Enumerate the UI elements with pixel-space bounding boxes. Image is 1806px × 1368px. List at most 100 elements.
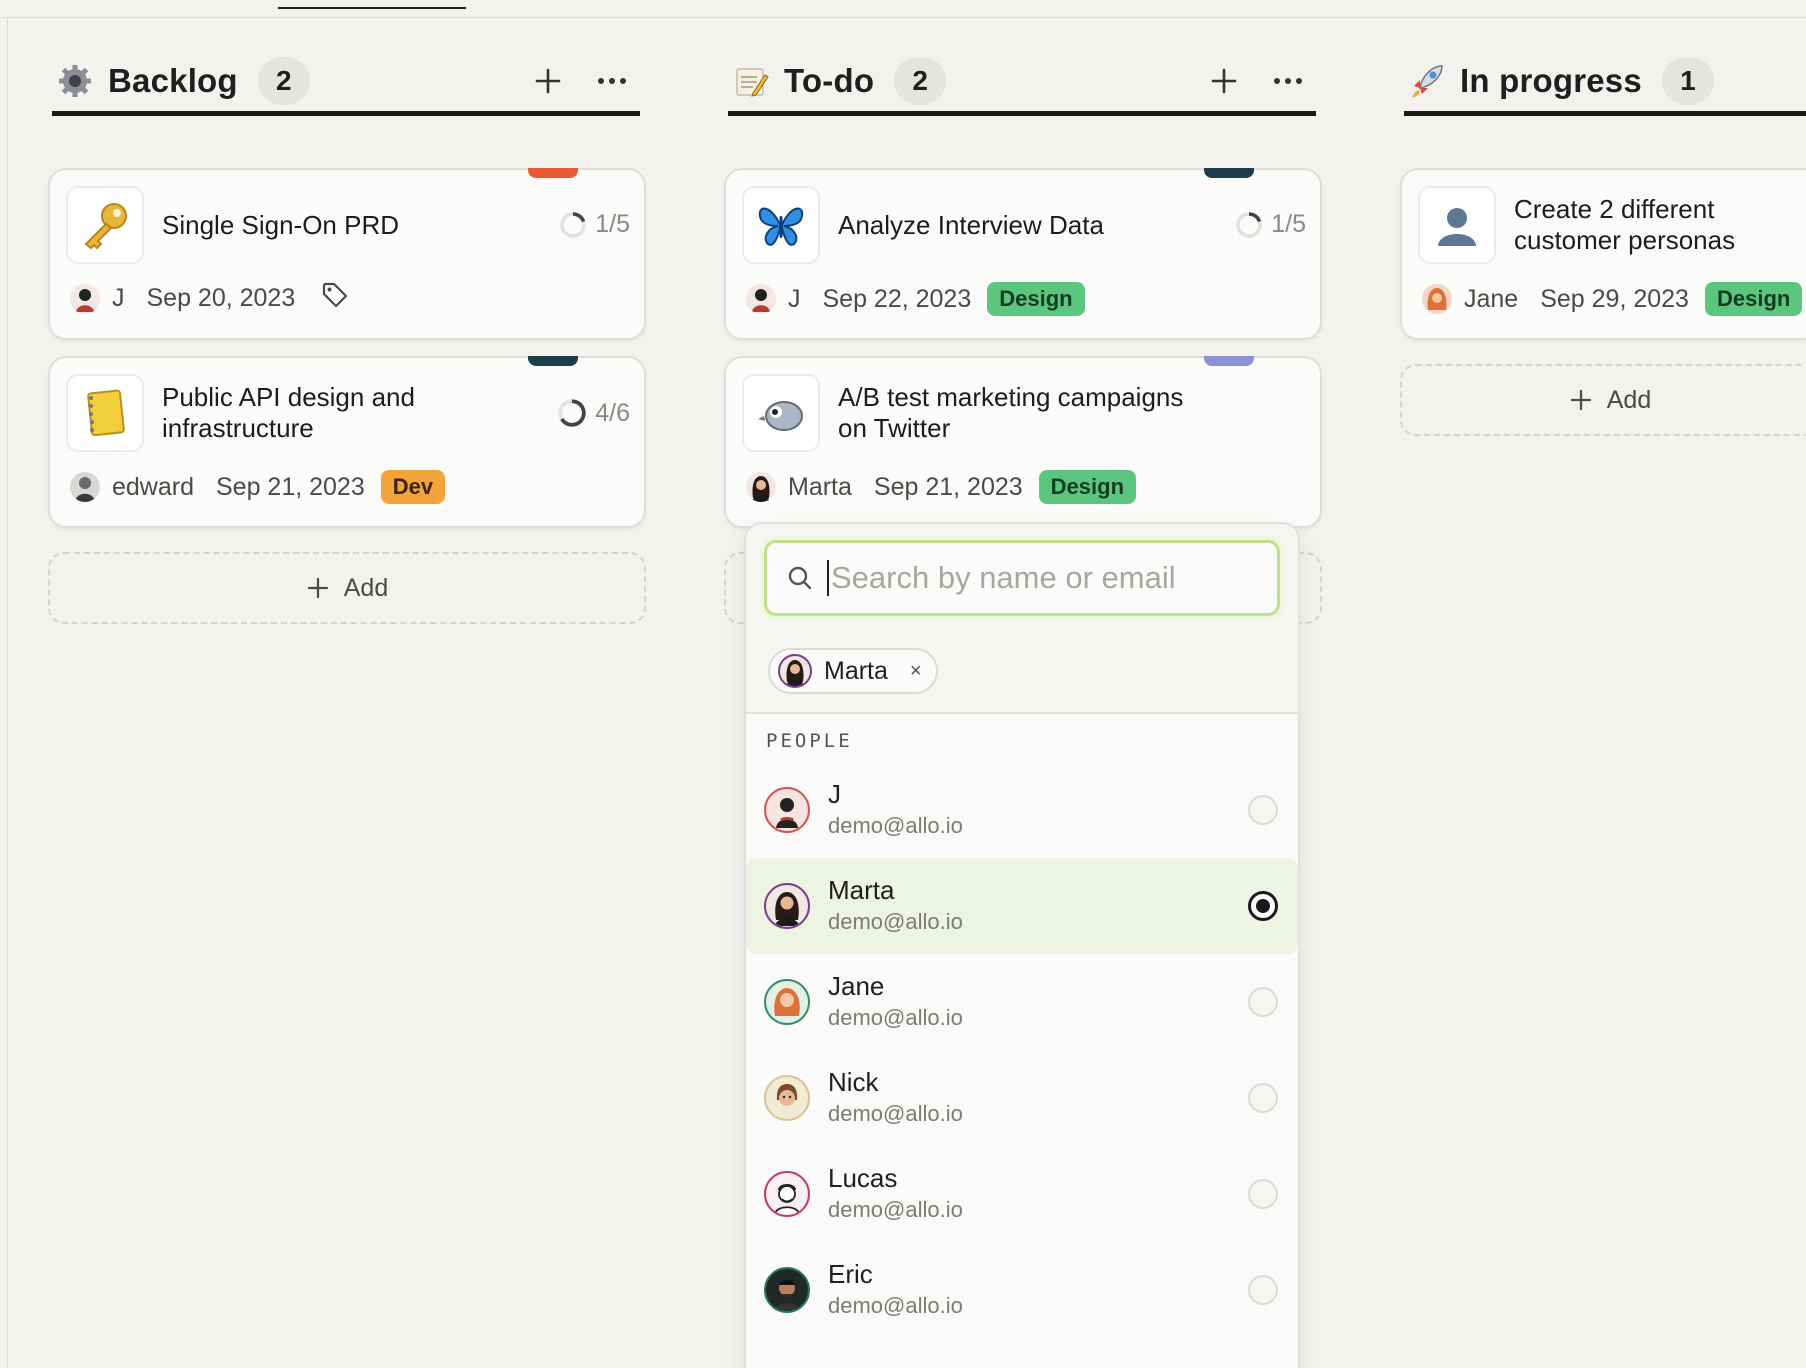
label-badge: Design: [1704, 282, 1803, 316]
column-backlog: Backlog 2: [46, 50, 646, 116]
person-email: demo@allo.io: [828, 1293, 963, 1318]
due-date: Sep 20, 2023: [146, 284, 296, 312]
avatar: [764, 979, 810, 1025]
card-thumbnail: [742, 374, 820, 452]
radio-button[interactable]: [1248, 1083, 1278, 1113]
avatar: [764, 1075, 810, 1121]
column-menu-button[interactable]: [594, 63, 630, 99]
gear-icon: [56, 62, 94, 100]
subtask-progress: 1/5: [1235, 210, 1306, 239]
avatar: [764, 1171, 810, 1217]
task-card[interactable]: A/B test marketing campaigns on Twitter …: [724, 356, 1322, 528]
task-card[interactable]: Single Sign-On PRD 1/5 J Sep 20, 2023: [48, 168, 646, 340]
avatar: [764, 1267, 810, 1313]
radio-button[interactable]: [1248, 987, 1278, 1017]
person-name: Lucas: [828, 1163, 898, 1193]
due-date: Sep 29, 2023: [1540, 284, 1689, 313]
plus-icon: [1570, 389, 1591, 411]
card-accent-bar: [528, 168, 578, 178]
column-header: To-do 2: [728, 50, 1316, 116]
person-name: Marta: [828, 875, 895, 905]
due-date: Sep 21, 2023: [216, 472, 365, 501]
bird-icon: [758, 401, 803, 431]
column-todo: To-do 2: [722, 50, 1322, 116]
butterfly-icon: [758, 207, 804, 246]
add-label: Add: [1606, 385, 1652, 414]
card-thumbnail: [742, 186, 820, 264]
column-header: In progress 1: [1404, 50, 1806, 116]
card-thumbnail: [1418, 186, 1496, 264]
person-email: demo@allo.io: [828, 813, 963, 838]
section-label: PEOPLE: [766, 730, 853, 752]
memo-icon: [732, 62, 770, 100]
person-email: demo@allo.io: [828, 1005, 963, 1030]
selected-people: Marta ×: [746, 632, 1298, 714]
assignee-name: J: [112, 284, 125, 312]
due-date: Sep 22, 2023: [822, 284, 972, 313]
column-title: To-do: [784, 61, 875, 99]
column-count: 2: [894, 56, 947, 105]
card-title: Single Sign-On PRD: [162, 210, 399, 240]
card-title: Create 2 different customer personas: [1514, 194, 1736, 255]
search-input[interactable]: [831, 560, 1257, 596]
radio-button[interactable]: [1248, 795, 1278, 825]
radio-button[interactable]: [1248, 1275, 1278, 1305]
close-icon[interactable]: ×: [910, 660, 922, 683]
task-card[interactable]: Create 2 different customer personas Jan…: [1400, 168, 1806, 340]
search-icon: [788, 566, 812, 590]
person-option[interactable]: Marta demo@allo.io: [746, 858, 1298, 954]
avatar: [1422, 284, 1452, 314]
tag-icon[interactable]: [321, 281, 349, 316]
progress-text: 4/6: [595, 398, 630, 427]
column-title: Backlog: [108, 61, 238, 99]
avatar: [746, 472, 776, 502]
assignee-name: J: [788, 284, 801, 313]
subtask-progress: 4/6: [557, 398, 630, 428]
person-option[interactable]: Jane demo@allo.io: [746, 954, 1298, 1050]
task-card[interactable]: Public API design and infrastructure 4/6…: [48, 356, 646, 528]
avatar: [778, 654, 812, 688]
user-silhouette-icon: [1438, 208, 1476, 246]
selected-chip[interactable]: Marta ×: [768, 648, 938, 694]
person-email: demo@allo.io: [828, 1197, 963, 1222]
radio-button-selected[interactable]: [1248, 891, 1278, 921]
column-in-progress: In progress 1: [1398, 50, 1806, 116]
rocket-icon: [1408, 62, 1446, 100]
add-label: Add: [343, 573, 389, 602]
progress-text: 1/5: [595, 210, 630, 238]
column-count: 1: [1661, 56, 1714, 105]
notebook-icon: [87, 389, 125, 437]
assignee-dropdown: Marta × PEOPLE J demo@allo.io Marta demo…: [744, 522, 1300, 1368]
key-icon: [84, 203, 127, 250]
person-email: demo@allo.io: [828, 1101, 963, 1126]
add-card-button[interactable]: [530, 63, 566, 99]
more-icon: [1274, 77, 1302, 84]
avatar: [764, 787, 810, 833]
person-option[interactable]: Nick demo@allo.io: [746, 1050, 1298, 1146]
task-card[interactable]: Analyze Interview Data 1/5 J Sep 22, 202…: [724, 168, 1322, 340]
plus-icon: [1211, 68, 1237, 93]
left-divider: [7, 18, 8, 1368]
person-option[interactable]: Lucas demo@allo.io: [746, 1146, 1298, 1242]
person-name: J: [828, 779, 841, 809]
column-header: Backlog 2: [52, 50, 640, 116]
assignee-name: edward: [112, 472, 194, 501]
person-email: demo@allo.io: [828, 909, 963, 934]
active-tab-underline: [278, 7, 466, 9]
radio-button[interactable]: [1248, 1179, 1278, 1209]
add-card-button[interactable]: Add: [48, 552, 646, 624]
person-name: Eric: [828, 1259, 873, 1289]
person-option[interactable]: Eric demo@allo.io: [746, 1242, 1298, 1338]
column-menu-button[interactable]: [1270, 63, 1306, 99]
avatar: [70, 472, 100, 502]
avatar: [764, 883, 810, 929]
add-card-button[interactable]: [1206, 63, 1242, 99]
search-field[interactable]: [764, 540, 1280, 616]
progress-ring-icon: [558, 399, 586, 427]
person-option[interactable]: J demo@allo.io: [746, 762, 1298, 858]
add-card-button[interactable]: Add: [1400, 364, 1806, 436]
more-icon: [598, 77, 626, 84]
progress-ring-icon: [1236, 211, 1262, 238]
card-title: A/B test marketing campaigns on Twitter: [838, 382, 1184, 443]
label-badge: Dev: [380, 470, 446, 504]
